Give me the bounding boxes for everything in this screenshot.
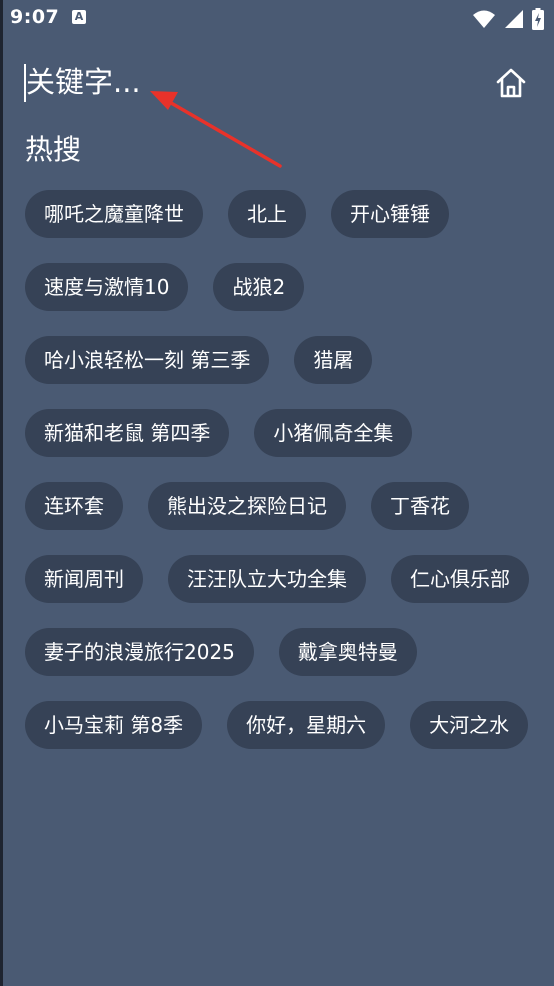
hot-search-chip[interactable]: 熊出没之探险日记 bbox=[148, 482, 346, 530]
annotation-arrow-icon bbox=[150, 91, 282, 168]
hot-search-chip[interactable]: 猎屠 bbox=[294, 336, 373, 384]
hot-search-chip[interactable]: 北上 bbox=[228, 190, 306, 238]
hot-search-chip[interactable]: 战狼2 bbox=[213, 263, 305, 311]
status-icons bbox=[472, 8, 544, 30]
notification-a-icon: A bbox=[72, 10, 86, 24]
hot-search-chip[interactable]: 小马宝莉 第8季 bbox=[25, 701, 203, 749]
hot-search-chip[interactable]: 哪吒之魔童降世 bbox=[25, 190, 203, 238]
battery-charging-icon bbox=[532, 8, 544, 30]
hot-search-chip[interactable]: 小猪佩奇全集 bbox=[254, 409, 413, 457]
status-bar: 9:07 A bbox=[0, 0, 554, 40]
left-edge bbox=[0, 0, 3, 986]
hot-search-chip[interactable]: 戴拿奥特曼 bbox=[278, 628, 417, 676]
hot-search-chip[interactable]: 汪汪队立大功全集 bbox=[168, 555, 366, 603]
hot-search-chip[interactable]: 哈小浪轻松一刻 第三季 bbox=[25, 336, 270, 384]
hot-search-chip[interactable]: 你好，星期六 bbox=[227, 701, 386, 749]
hot-search-chip[interactable]: 大河之水 bbox=[410, 701, 529, 749]
search-screen: 9:07 A 热搜 哪吒之魔 bbox=[0, 0, 554, 986]
hot-search-chip[interactable]: 仁心俱乐部 bbox=[391, 555, 529, 603]
hot-search-chip[interactable]: 速度与激情10 bbox=[25, 263, 189, 311]
signal-icon bbox=[505, 10, 523, 28]
hot-search-chip[interactable]: 新闻周刊 bbox=[25, 555, 143, 603]
hot-search-chip[interactable]: 新猫和老鼠 第四季 bbox=[25, 409, 230, 457]
home-icon[interactable] bbox=[494, 66, 528, 100]
hot-search-chip[interactable]: 连环套 bbox=[25, 482, 123, 530]
hot-search-chip[interactable]: 丁香花 bbox=[371, 482, 469, 530]
hot-search-chip[interactable]: 妻子的浪漫旅行2025 bbox=[25, 628, 254, 676]
status-time: 9:07 bbox=[10, 6, 60, 28]
hot-search-title: 热搜 bbox=[25, 133, 82, 166]
hot-search-list: 哪吒之魔童降世 北上 开心锤锤 速度与激情10 战狼2 哈小浪轻松一刻 第三季 … bbox=[25, 190, 529, 749]
wifi-icon bbox=[473, 10, 495, 28]
hot-search-chip[interactable]: 开心锤锤 bbox=[331, 190, 449, 238]
